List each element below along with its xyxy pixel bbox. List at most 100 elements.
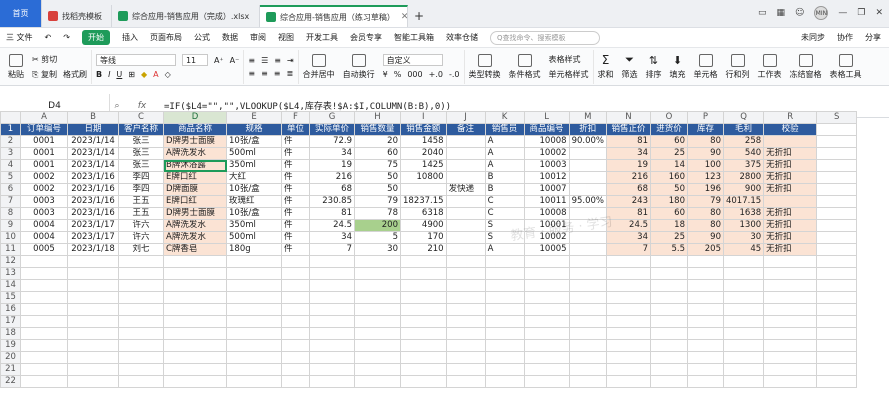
table-cell[interactable]: 10张/盒 [226, 135, 282, 148]
table-cell[interactable]: 34 [605, 231, 651, 244]
menu-insert[interactable]: 插入 [122, 32, 138, 43]
table-cell[interactable] [686, 279, 724, 292]
table-cell[interactable] [20, 375, 68, 388]
table-cell[interactable] [523, 279, 570, 292]
menu-file[interactable]: 三 文件 [6, 32, 33, 43]
table-cell[interactable]: E牌口红 [163, 171, 227, 184]
wrap-text-button[interactable]: 自动换行 [339, 50, 379, 84]
table-cell[interactable] [568, 279, 607, 292]
share-button[interactable]: 分享 [865, 32, 881, 43]
table-cell[interactable] [484, 351, 525, 364]
font-color-icon[interactable]: A [153, 70, 158, 79]
table-cell[interactable] [67, 291, 119, 304]
table-cell[interactable] [649, 339, 688, 352]
table-cell[interactable]: 100 [686, 159, 724, 172]
table-cell[interactable]: 无折扣 [763, 219, 818, 232]
table-cell[interactable] [20, 291, 68, 304]
table-cell[interactable] [445, 279, 486, 292]
table-cell[interactable] [163, 363, 227, 376]
table-cell[interactable] [816, 363, 858, 376]
align-middle-icon[interactable]: ☰ [261, 56, 268, 65]
table-cell[interactable]: 10张/盒 [226, 207, 282, 220]
table-cell[interactable] [354, 363, 401, 376]
table-cell[interactable]: 4900 [400, 219, 447, 232]
table-cell[interactable]: 216 [605, 171, 651, 184]
table-cell[interactable] [816, 207, 858, 220]
table-cell[interactable]: 80 [686, 219, 724, 232]
menu-developer[interactable]: 开发工具 [306, 32, 338, 43]
table-cell[interactable]: 1425 [400, 159, 447, 172]
table-cell[interactable]: 205 [686, 243, 724, 256]
table-cell[interactable] [649, 327, 688, 340]
header-cell[interactable]: 单位 [281, 123, 310, 136]
table-cell[interactable] [523, 255, 570, 268]
table-cell[interactable] [445, 171, 486, 184]
table-cell[interactable]: 刘七 [118, 243, 164, 256]
table-cell[interactable] [400, 375, 447, 388]
table-cell[interactable] [400, 327, 447, 340]
table-cell[interactable]: D牌面膜 [163, 183, 227, 196]
table-cell[interactable]: 350ml [226, 159, 282, 172]
table-cell[interactable] [484, 327, 525, 340]
table-cell[interactable] [523, 303, 570, 316]
table-cell[interactable] [20, 351, 68, 364]
header-cell[interactable]: 客户名称 [118, 123, 164, 136]
select-all-corner[interactable] [0, 111, 21, 124]
table-cell[interactable] [67, 303, 119, 316]
table-cell[interactable]: 170 [400, 231, 447, 244]
table-cell[interactable] [163, 279, 227, 292]
table-cell[interactable] [605, 255, 651, 268]
column-header[interactable]: I [400, 111, 447, 124]
table-cell[interactable]: 2023/1/17 [67, 219, 119, 232]
table-cell[interactable]: 发快递 [445, 183, 486, 196]
table-cell[interactable]: 张三 [118, 147, 164, 160]
table-cell[interactable]: 件 [281, 135, 310, 148]
menu-start[interactable]: 开始 [81, 30, 110, 45]
table-cell[interactable] [763, 195, 818, 208]
table-cell[interactable]: 件 [281, 207, 310, 220]
table-cell[interactable] [445, 327, 486, 340]
row-header[interactable]: 19 [0, 339, 21, 352]
row-header[interactable]: 14 [0, 279, 21, 292]
table-cell[interactable] [163, 339, 227, 352]
table-cell[interactable] [163, 351, 227, 364]
table-cell[interactable]: 1458 [400, 135, 447, 148]
table-cell[interactable]: 1300 [722, 219, 765, 232]
table-cell[interactable]: 2023/1/14 [67, 159, 119, 172]
table-cell[interactable] [20, 279, 68, 292]
table-cell[interactable]: C牌香皂 [163, 243, 227, 256]
table-cell[interactable] [763, 291, 818, 304]
table-cell[interactable]: A牌洗发水 [163, 219, 227, 232]
undo-icon[interactable]: ↶ [45, 33, 52, 42]
column-header[interactable]: R [763, 111, 818, 124]
table-cell[interactable] [568, 327, 607, 340]
row-header[interactable]: 4 [0, 159, 21, 172]
table-cell[interactable] [67, 315, 119, 328]
table-cell[interactable] [400, 351, 447, 364]
table-cell[interactable]: 6318 [400, 207, 447, 220]
table-cell[interactable] [445, 339, 486, 352]
sync-status[interactable]: 未同步 [801, 32, 825, 43]
worksheet-button[interactable]: 工作表 [754, 50, 786, 84]
restore-icon[interactable]: ❐ [857, 8, 865, 18]
table-cell[interactable] [568, 303, 607, 316]
table-cell[interactable]: 2800 [722, 171, 765, 184]
column-header[interactable]: M [568, 111, 607, 124]
table-cell[interactable] [722, 267, 765, 280]
row-header[interactable]: 22 [0, 375, 21, 388]
table-cell[interactable]: 60 [649, 207, 688, 220]
table-cell[interactable] [605, 291, 651, 304]
table-cell[interactable]: 张三 [118, 159, 164, 172]
table-cell[interactable] [281, 363, 310, 376]
table-cell[interactable] [523, 315, 570, 328]
table-cell[interactable] [686, 363, 724, 376]
table-cell[interactable] [67, 327, 119, 340]
table-cell[interactable] [400, 291, 447, 304]
table-cell[interactable]: A牌洗发水 [163, 231, 227, 244]
table-cell[interactable] [816, 147, 858, 160]
table-cell[interactable]: 0004 [20, 219, 68, 232]
table-cell[interactable] [686, 303, 724, 316]
table-cell[interactable]: B [484, 171, 525, 184]
table-cell[interactable]: 4017.15 [722, 195, 765, 208]
table-cell[interactable] [605, 315, 651, 328]
